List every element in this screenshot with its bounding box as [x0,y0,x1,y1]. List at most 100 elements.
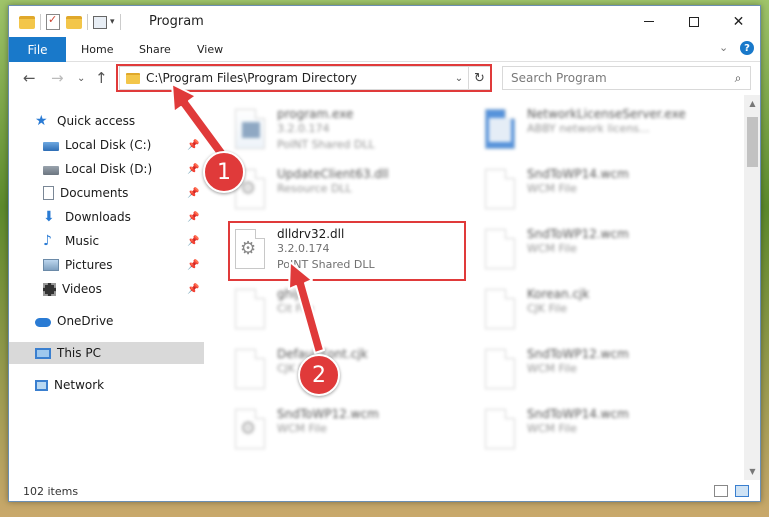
sidebar-item-label: Music [65,234,100,248]
sidebar-item-label: Quick access [57,114,136,128]
sidebar-item-local-disk-d[interactable]: Local Disk (D:) 📌 [9,158,204,180]
sidebar-item-network[interactable]: Network [9,374,204,396]
sidebar-item-videos[interactable]: Videos 📌 [9,278,204,300]
file-description: ABBY network licens... [527,122,650,135]
exe-file-icon [235,109,265,149]
close-button[interactable]: ✕ [716,6,760,37]
file-name: SndToWP12.wcm [527,347,629,361]
file-type: WCM File [527,182,577,195]
sidebar-item-onedrive[interactable]: OneDrive [9,310,204,332]
file-icon [485,349,515,389]
minimize-icon [643,21,654,22]
customize-toolbar-chevron-icon[interactable]: ▾ [110,17,115,27]
search-box[interactable]: ⌕ [502,66,751,90]
sidebar-item-quick-access[interactable]: ★ Quick access [9,110,204,132]
tab-view[interactable]: View [197,43,223,56]
file-name: SndToWP14.wcm [527,167,629,181]
recent-locations-chevron-icon[interactable]: ⌄ [77,73,85,84]
sidebar-item-label: Pictures [65,258,113,272]
file-item[interactable]: SndToWP12.wcmWCM File [477,223,712,279]
file-icon [235,349,265,389]
videos-icon [43,282,56,296]
file-name: SndToWP12.wcm [277,407,379,421]
download-icon: ⬇ [43,209,55,225]
search-input[interactable] [511,71,726,85]
minimize-button[interactable] [626,6,671,37]
file-item[interactable]: SndToWP12.wcmWCM File [227,403,462,459]
sidebar-item-downloads[interactable]: ⬇ Downloads 📌 [9,206,204,228]
forward-arrow-icon[interactable]: → [51,69,64,87]
file-version: 3.2.0.174 [277,122,330,135]
view-properties-icon[interactable] [93,15,107,29]
tab-share[interactable]: Share [139,43,171,56]
sidebar-item-local-disk-c[interactable]: Local Disk (C:) 📌 [9,134,204,156]
scroll-thumb[interactable] [747,117,758,167]
file-item[interactable]: SndToWP14.wcm WCM File [477,163,712,219]
file-icon [485,409,515,449]
computer-icon [35,347,51,359]
file-name: NetworkLicenseServer.exe [527,107,686,121]
up-arrow-icon[interactable]: ↑ [95,69,108,87]
close-icon: ✕ [732,13,745,30]
drive-icon [43,142,59,151]
file-type: CJK File [527,302,568,315]
details-view-icon[interactable] [714,485,728,497]
vertical-scrollbar[interactable]: ▲ ▼ [744,95,760,480]
file-icon [485,169,515,209]
wcm-file-icon [235,409,265,449]
file-type: Cit File [277,302,314,315]
network-icon [35,379,48,391]
file-item[interactable]: NetworkLicenseServer.exe ABBY network lic… [477,103,712,159]
file-item[interactable]: SndToWP12.wcmWCM File [477,343,712,399]
large-icons-view-icon[interactable] [735,485,749,497]
search-icon[interactable]: ⌕ [726,71,750,86]
file-type: WCM File [527,362,577,375]
maximize-button[interactable] [671,6,716,37]
pin-icon[interactable]: 📌 [187,236,199,247]
item-count: 102 items [23,485,79,498]
pin-icon[interactable]: 📌 [187,140,199,151]
file-type: WCM File [527,242,577,255]
pin-icon[interactable]: 📌 [187,212,199,223]
sidebar-item-documents[interactable]: Documents 📌 [9,182,204,204]
file-item[interactable]: program.exe 3.2.0.174 PoINT Shared DLL [227,103,462,159]
file-item[interactable]: Korean.cjk CJK File [477,283,712,339]
file-name: Korean.cjk [527,287,590,301]
star-icon: ★ [35,113,48,129]
file-icon [235,289,265,329]
sidebar-item-pictures[interactable]: Pictures 📌 [9,254,204,276]
file-name: ghijk [277,287,306,301]
window-title: Program [149,14,204,29]
pictures-icon [43,259,59,271]
file-type: Resource DLL [277,182,352,195]
scroll-down-icon[interactable]: ▼ [744,463,760,480]
scroll-up-icon[interactable]: ▲ [744,95,760,112]
file-item[interactable]: DefaultFont.cjkCJK File [227,343,462,399]
app-file-icon [485,109,515,149]
music-icon: ♪ [43,233,52,249]
file-tab[interactable]: File [9,37,66,62]
drive-icon [43,166,59,175]
status-bar: 102 items [9,480,760,501]
file-item[interactable]: SndToWP14.wcm WCM File [477,403,712,459]
pin-icon[interactable]: 📌 [187,284,199,295]
sidebar-item-music[interactable]: ♪ Music 📌 [9,230,204,252]
sidebar-item-label: This PC [57,346,101,360]
file-name: SndToWP12.wcm [527,227,629,241]
properties-check-icon[interactable] [46,13,60,30]
tab-home[interactable]: Home [81,43,113,56]
new-folder-icon[interactable] [66,15,82,29]
expand-ribbon-chevron-icon[interactable]: ⌄ [719,41,728,54]
pin-icon[interactable]: 📌 [187,188,199,199]
sidebar-item-label: Videos [62,282,102,296]
sidebar-item-this-pc[interactable]: This PC [9,342,204,364]
file-type: WCM File [527,422,577,435]
help-icon[interactable]: ? [740,41,754,55]
pin-icon[interactable]: 📌 [187,164,199,175]
file-item[interactable]: UpdateClient63.dllResource DLL [227,163,462,219]
file-item[interactable]: ghijk Cit File [227,283,462,339]
back-arrow-icon[interactable]: ← [23,69,36,87]
sidebar-item-label: Documents [60,186,129,200]
pin-icon[interactable]: 📌 [187,260,199,271]
folder-icon [19,15,35,29]
